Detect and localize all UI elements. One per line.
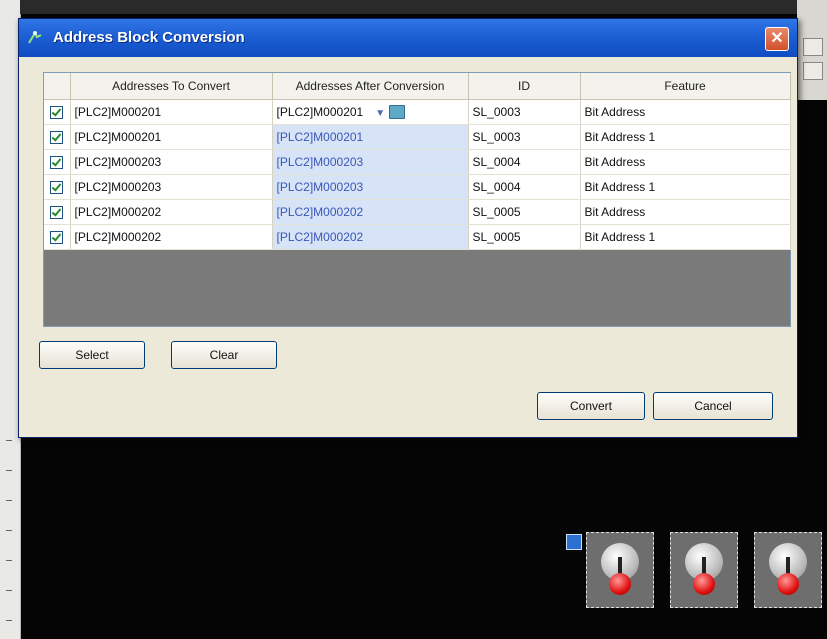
convert-address-cell[interactable]: [PLC2]M000203: [70, 174, 273, 200]
convert-address-cell[interactable]: [PLC2]M000202: [70, 199, 273, 225]
convert-button[interactable]: Convert: [537, 392, 645, 420]
row-checkbox[interactable]: [50, 206, 64, 220]
conversion-grid: Addresses To Convert Addresses After Con…: [43, 72, 791, 327]
row-checkbox[interactable]: [50, 131, 64, 145]
feature-cell: Bit Address: [580, 99, 791, 125]
convert-address-cell[interactable]: [PLC2]M000202: [70, 224, 273, 250]
grid-header-convert[interactable]: Addresses To Convert: [70, 73, 273, 100]
lamp-icon: [693, 573, 715, 595]
close-button[interactable]: ✕: [765, 27, 789, 51]
row-checkbox[interactable]: [50, 106, 64, 120]
after-address-cell[interactable]: [PLC2]M000202: [272, 199, 469, 225]
feature-cell: Bit Address 1: [580, 124, 791, 150]
feature-cell: Bit Address: [580, 199, 791, 225]
grid-header-after[interactable]: Addresses After Conversion: [272, 73, 469, 100]
convert-address-cell[interactable]: [PLC2]M000201: [70, 99, 273, 125]
id-cell: SL_0004: [468, 149, 581, 175]
convert-address-cell[interactable]: [PLC2]M000201: [70, 124, 273, 150]
after-address-cell[interactable]: [PLC2]M000203: [272, 149, 469, 175]
id-cell: SL_0003: [468, 99, 581, 125]
feature-cell: Bit Address: [580, 149, 791, 175]
id-cell: SL_0005: [468, 224, 581, 250]
table-row[interactable]: [PLC2]M000203 [PLC2]M000203 SL_0004 Bit …: [44, 149, 791, 175]
table-row[interactable]: [PLC2]M000201 [PLC2]M000201 SL_0003 Bit …: [44, 124, 791, 150]
table-row[interactable]: [PLC2]M000202 [PLC2]M000202 SL_0005 Bit …: [44, 224, 791, 250]
row-checkbox[interactable]: [50, 231, 64, 245]
row-checkbox[interactable]: [50, 181, 64, 195]
clear-button[interactable]: Clear: [171, 341, 277, 369]
selection-marker-icon[interactable]: [566, 534, 582, 550]
address-block-conversion-dialog: Address Block Conversion ✕ Addresses To …: [18, 18, 798, 438]
id-cell: SL_0003: [468, 124, 581, 150]
after-address-cell[interactable]: [PLC2]M000201: [272, 124, 469, 150]
dialog-titlebar[interactable]: Address Block Conversion ✕: [19, 19, 797, 57]
grid-header-row: Addresses To Convert Addresses After Con…: [44, 73, 791, 100]
chevron-down-icon[interactable]: ▼: [373, 108, 387, 119]
row-checkbox[interactable]: [50, 156, 64, 170]
toolbar-button[interactable]: [803, 38, 823, 56]
table-row[interactable]: [PLC2]M000203 [PLC2]M000203 SL_0004 Bit …: [44, 174, 791, 200]
editor-top-strip: [20, 0, 827, 14]
address-browse-icon[interactable]: [389, 105, 406, 120]
grid-header-id[interactable]: ID: [468, 73, 581, 100]
select-button[interactable]: Select: [39, 341, 145, 369]
cancel-button[interactable]: Cancel: [653, 392, 773, 420]
dialog-title: Address Block Conversion: [53, 29, 245, 46]
lamp-icon: [777, 573, 799, 595]
id-cell: SL_0004: [468, 174, 581, 200]
feature-cell: Bit Address 1: [580, 224, 791, 250]
after-address-cell[interactable]: [PLC2]M000203: [272, 174, 469, 200]
feature-cell: Bit Address 1: [580, 174, 791, 200]
address-conversion-icon: [28, 30, 42, 44]
after-address-editor[interactable]: [PLC2]M000201 ▼: [272, 99, 469, 125]
after-address-value[interactable]: [PLC2]M000201: [277, 105, 364, 119]
switch-lamp-part[interactable]: [754, 532, 822, 608]
id-cell: SL_0005: [468, 199, 581, 225]
grid-header-check[interactable]: [44, 73, 71, 100]
table-row[interactable]: [PLC2]M000202 [PLC2]M000202 SL_0005 Bit …: [44, 199, 791, 225]
table-row[interactable]: [PLC2]M000201 [PLC2]M000201 ▼ SL_0003 Bit…: [44, 99, 791, 125]
grid-header-feature[interactable]: Feature: [580, 73, 791, 100]
after-address-cell[interactable]: [PLC2]M000202: [272, 224, 469, 250]
toolbar-button[interactable]: [803, 62, 823, 80]
switch-lamp-part[interactable]: [670, 532, 738, 608]
convert-address-cell[interactable]: [PLC2]M000203: [70, 149, 273, 175]
toolbar-right-panel: [797, 0, 827, 100]
switch-lamp-part[interactable]: [586, 532, 654, 608]
lamp-icon: [609, 573, 631, 595]
